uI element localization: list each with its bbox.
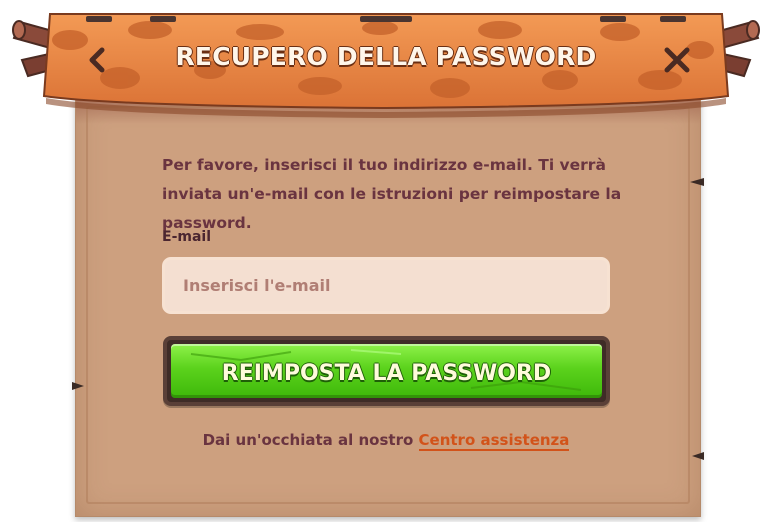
reset-button-face: REIMPOSTA LA PASSWORD [171, 344, 602, 398]
panel-chip-decoration [690, 178, 704, 186]
close-icon [664, 47, 690, 73]
chevron-left-icon [89, 47, 105, 73]
dialog-header: RECUPERO DELLA PASSWORD [0, 0, 772, 130]
help-center-link[interactable]: Centro assistenza [418, 431, 570, 451]
panel-chip-decoration [72, 382, 84, 390]
email-input[interactable] [162, 257, 610, 314]
instructions-text: Per favore, inserisci il tuo indirizzo e… [162, 156, 622, 232]
help-prefix: Dai un'occhiata al nostro [202, 431, 414, 449]
reset-password-button[interactable]: REIMPOSTA LA PASSWORD [163, 336, 610, 406]
email-label: E-mail [162, 229, 212, 245]
help-line: Dai un'occhiata al nostro Centro assiste… [0, 431, 772, 451]
panel-chip-decoration [692, 452, 704, 460]
back-button[interactable] [80, 42, 116, 78]
reset-button-label: REIMPOSTA LA PASSWORD [221, 361, 552, 386]
close-button[interactable] [659, 42, 695, 78]
dialog-title: RECUPERO DELLA PASSWORD [175, 42, 597, 71]
